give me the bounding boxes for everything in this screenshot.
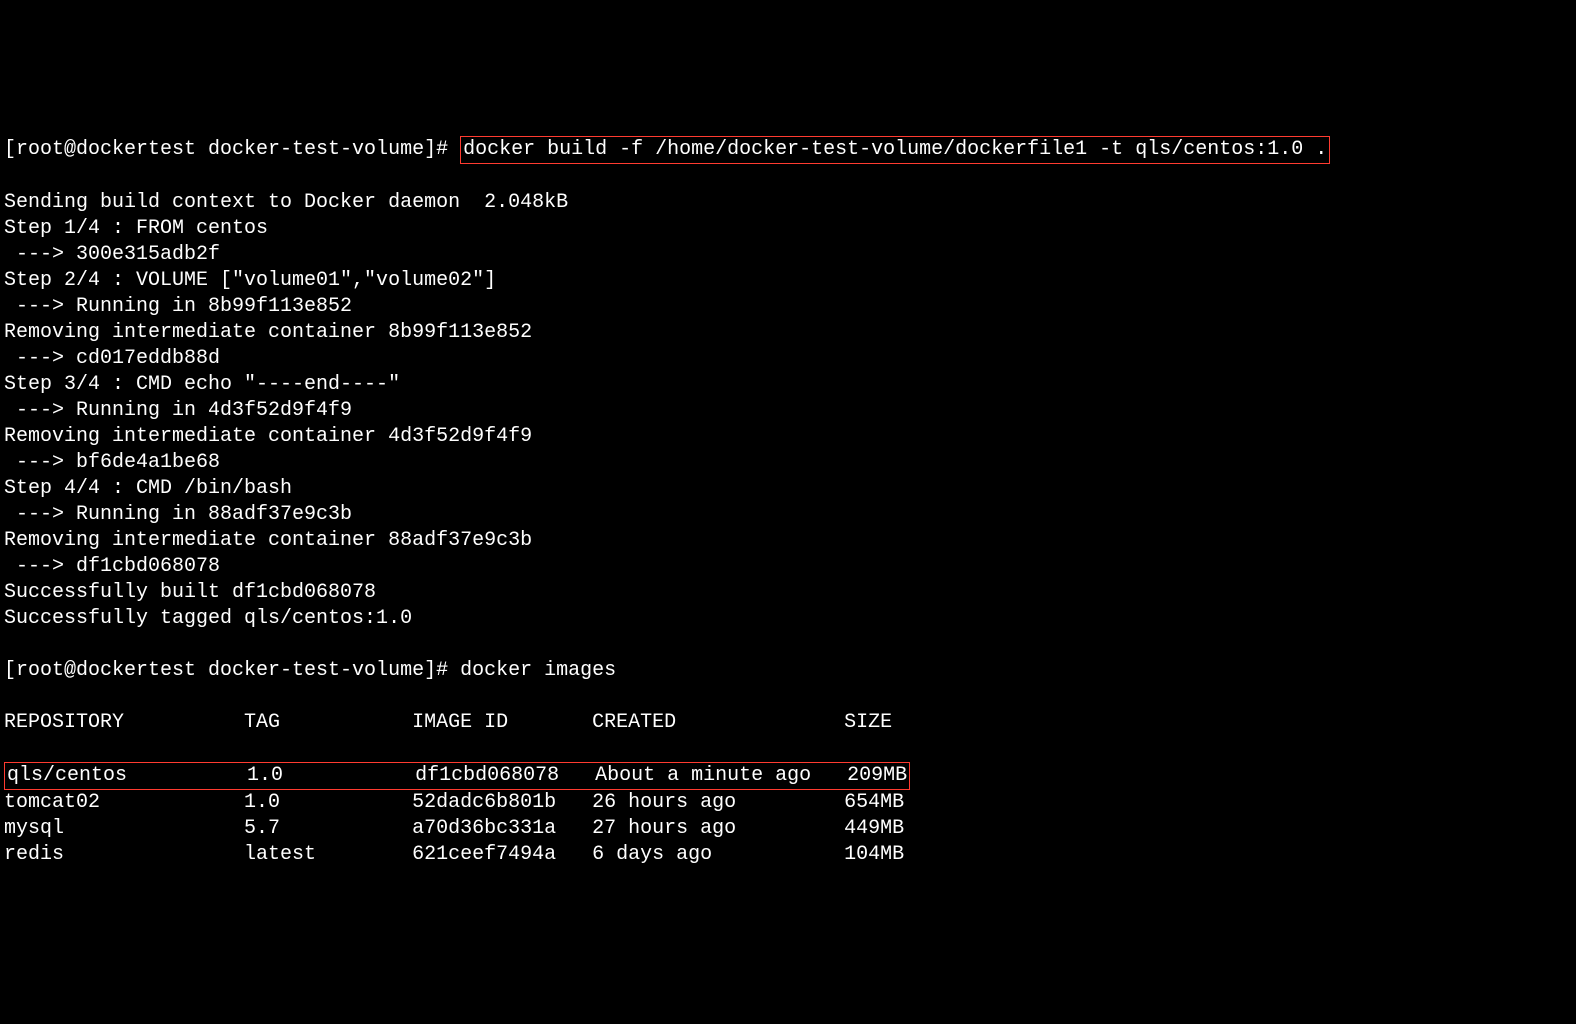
- build-output-line: Removing intermediate container 8b99f113…: [4, 320, 1572, 346]
- build-command-highlighted: docker build -f /home/docker-test-volume…: [460, 136, 1330, 164]
- build-output-line: ---> df1cbd068078: [4, 554, 1572, 580]
- prompt-line-1[interactable]: [root@dockertest docker-test-volume]# do…: [4, 136, 1572, 164]
- build-output-line: Successfully built df1cbd068078: [4, 580, 1572, 606]
- image-row: redis latest 621ceef7494a 6 days ago 104…: [4, 842, 1572, 868]
- shell-prompt: [root@dockertest docker-test-volume]#: [4, 138, 460, 161]
- build-output-line: Step 3/4 : CMD echo "----end----": [4, 372, 1572, 398]
- table-header-line: REPOSITORY TAG IMAGE ID CREATED SIZE: [4, 710, 1572, 736]
- image-row: mysql 5.7 a70d36bc331a 27 hours ago 449M…: [4, 816, 1572, 842]
- build-output-line: Step 1/4 : FROM centos: [4, 216, 1572, 242]
- prompt-line-2[interactable]: [root@dockertest docker-test-volume]# do…: [4, 658, 1572, 684]
- build-output-line: ---> 300e315adb2f: [4, 242, 1572, 268]
- image-row: tomcat02 1.0 52dadc6b801b 26 hours ago 6…: [4, 790, 1572, 816]
- build-output-line: ---> cd017eddb88d: [4, 346, 1572, 372]
- build-output-line: Step 2/4 : VOLUME ["volume01","volume02"…: [4, 268, 1572, 294]
- build-output-line: ---> Running in 8b99f113e852: [4, 294, 1572, 320]
- image-row: qls/centos 1.0 df1cbd068078 About a minu…: [4, 762, 1572, 790]
- build-output-line: Successfully tagged qls/centos:1.0: [4, 606, 1572, 632]
- build-output-line: ---> bf6de4a1be68: [4, 450, 1572, 476]
- images-command: docker images: [460, 659, 616, 682]
- shell-prompt: [root@dockertest docker-test-volume]#: [4, 659, 460, 682]
- terminal-output[interactable]: [root@dockertest docker-test-volume]# do…: [4, 110, 1572, 894]
- highlighted-image-row: qls/centos 1.0 df1cbd068078 About a minu…: [4, 762, 910, 790]
- build-output-line: Removing intermediate container 88adf37e…: [4, 528, 1572, 554]
- build-output-line: ---> Running in 4d3f52d9f4f9: [4, 398, 1572, 424]
- build-output-line: Sending build context to Docker daemon 2…: [4, 190, 1572, 216]
- build-output-line: Step 4/4 : CMD /bin/bash: [4, 476, 1572, 502]
- build-output-line: ---> Running in 88adf37e9c3b: [4, 502, 1572, 528]
- build-output-line: Removing intermediate container 4d3f52d9…: [4, 424, 1572, 450]
